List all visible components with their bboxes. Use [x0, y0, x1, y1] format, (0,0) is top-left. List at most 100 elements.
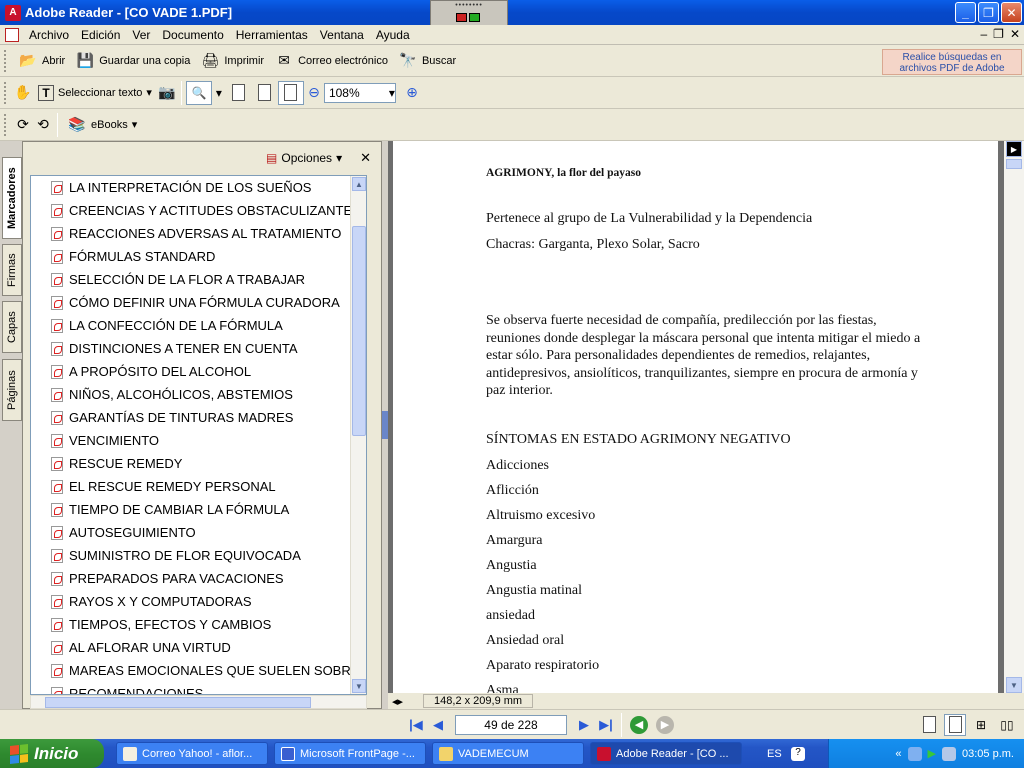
doc-close-button[interactable]: ✕: [1010, 27, 1020, 41]
bookmark-item[interactable]: VENCIMIENTO: [31, 429, 366, 452]
taskbar-item-frontpage[interactable]: Microsoft FrontPage -...: [274, 742, 426, 765]
facing-layout-icon[interactable]: ⊞: [970, 714, 992, 736]
toolbar-grip[interactable]: [4, 113, 8, 136]
previous-page-icon[interactable]: ◀: [427, 714, 449, 736]
continuous-facing-layout-icon[interactable]: ▯▯: [996, 714, 1018, 736]
zoom-level-field[interactable]: 108% ▾: [323, 82, 396, 103]
page-number-field[interactable]: 49 de 228: [455, 714, 567, 735]
bookmark-item[interactable]: CÓMO DEFINIR UNA FÓRMULA CURADORA: [31, 291, 366, 314]
menu-ayuda[interactable]: Ayuda: [370, 28, 416, 42]
snapshot-tool-icon[interactable]: 📷: [157, 83, 177, 103]
scroll-left-icon[interactable]: ◂▸: [392, 695, 403, 708]
open-button[interactable]: 📂 Abrir: [13, 49, 70, 73]
tab-bookmarks[interactable]: Marcadores: [2, 157, 22, 239]
scroll-down-icon[interactable]: ▼: [352, 679, 366, 693]
bookmarks-vertical-scrollbar[interactable]: ▲ ▼: [350, 176, 366, 694]
toolbar-grip[interactable]: [4, 49, 8, 72]
go-back-icon[interactable]: ◀: [630, 715, 648, 734]
bookmark-item[interactable]: TIEMPOS, EFECTOS Y CAMBIOS: [31, 613, 366, 636]
menu-ver[interactable]: Ver: [126, 28, 156, 42]
next-page-icon[interactable]: ▶: [573, 714, 595, 736]
bookmark-item[interactable]: LA CONFECCIÓN DE LA FÓRMULA: [31, 314, 366, 337]
bookmark-item[interactable]: RECOMENDACIONES: [31, 682, 366, 694]
ebooks-button[interactable]: 📚 eBooks ▾: [62, 113, 142, 137]
bookmark-item[interactable]: RESCUE REMEDY: [31, 452, 366, 475]
taskbar-item-vademecum[interactable]: VADEMECUM: [432, 742, 584, 765]
start-button[interactable]: Inicio: [0, 739, 104, 768]
tray-expand-icon[interactable]: «: [895, 748, 901, 760]
tab-layers[interactable]: Capas: [2, 301, 22, 353]
doc-minimize-button[interactable]: –: [980, 27, 987, 41]
help-icon[interactable]: ?: [791, 746, 805, 761]
chevron-down-icon[interactable]: ▾: [389, 86, 395, 100]
fit-page-button[interactable]: [252, 81, 278, 105]
zoom-tool-button[interactable]: 🔍: [185, 80, 212, 105]
actual-size-button[interactable]: [226, 81, 252, 105]
scroll-up-icon[interactable]: ▶: [1006, 141, 1022, 157]
bookmark-item[interactable]: TIEMPO DE CAMBIAR LA FÓRMULA: [31, 498, 366, 521]
rotate-counterclockwise-icon[interactable]: ⟲: [33, 115, 53, 135]
bookmark-item[interactable]: GARANTÍAS DE TINTURAS MADRES: [31, 406, 366, 429]
restore-button[interactable]: ❐: [978, 2, 999, 23]
zoom-in-icon[interactable]: ⊕: [402, 83, 422, 103]
chevron-down-icon[interactable]: ▾: [146, 86, 152, 99]
fit-width-button[interactable]: [277, 80, 304, 105]
bookmark-item[interactable]: LA INTERPRETACIÓN DE LOS SUEÑOS: [31, 176, 366, 199]
options-menu[interactable]: ▤ Opciones ▾: [266, 151, 342, 165]
network-icon[interactable]: [907, 746, 922, 761]
menu-herramientas[interactable]: Herramientas: [230, 28, 314, 42]
scroll-thumb[interactable]: [1006, 159, 1022, 169]
menu-edicion[interactable]: Edición: [75, 28, 126, 42]
menu-archivo[interactable]: Archivo: [23, 28, 75, 42]
search-pdf-promo[interactable]: Realice búsquedas en archivos PDF de Ado…: [882, 49, 1022, 75]
tab-pages[interactable]: Páginas: [2, 359, 22, 421]
bookmark-item[interactable]: MAREAS EMOCIONALES QUE SUELEN SOBRE: [31, 659, 366, 682]
bookmark-item[interactable]: EL RESCUE REMEDY PERSONAL: [31, 475, 366, 498]
hand-tool-icon[interactable]: ✋: [13, 83, 33, 103]
chevron-down-icon[interactable]: ▾: [132, 118, 138, 131]
taskbar-item-adobe-reader[interactable]: Adobe Reader - [CO ...: [590, 742, 742, 765]
scroll-up-icon[interactable]: ▲: [352, 177, 366, 191]
bookmark-item[interactable]: SELECCIÓN DE LA FLOR A TRABAJAR: [31, 268, 366, 291]
bookmark-item[interactable]: AUTOSEGUIMIENTO: [31, 521, 366, 544]
minimize-button[interactable]: _: [955, 2, 976, 23]
zoom-out-icon[interactable]: ⊖: [304, 83, 324, 103]
bookmark-item[interactable]: SUMINISTRO DE FLOR EQUIVOCADA: [31, 544, 366, 567]
bookmark-item[interactable]: DISTINCIONES A TENER EN CUENTA: [31, 337, 366, 360]
bookmark-item[interactable]: FÓRMULAS STANDARD: [31, 245, 366, 268]
bookmark-item[interactable]: AL AFLORAR UNA VIRTUD: [31, 636, 366, 659]
document-icon[interactable]: [5, 27, 19, 42]
taskbar-item-yahoo-mail[interactable]: Correo Yahoo! - aflor...: [116, 742, 268, 765]
scroll-down-icon[interactable]: ▼: [1006, 677, 1022, 693]
doc-restore-button[interactable]: ❐: [993, 27, 1004, 41]
bookmark-item[interactable]: RAYOS X Y COMPUTADORAS: [31, 590, 366, 613]
zoom-tool-chevron-icon[interactable]: ▾: [216, 86, 222, 100]
close-pane-icon[interactable]: ✕: [360, 150, 371, 166]
save-copy-button[interactable]: 💾 Guardar una copia: [70, 49, 195, 73]
media-play-icon[interactable]: ▶: [928, 747, 936, 760]
menu-ventana[interactable]: Ventana: [314, 28, 370, 42]
single-page-layout-icon[interactable]: [918, 714, 940, 736]
document-vertical-scrollbar[interactable]: ▶ ▼: [1004, 141, 1024, 693]
go-forward-icon[interactable]: ▶: [656, 715, 674, 734]
language-indicator[interactable]: ES: [767, 748, 782, 760]
toolbar-grip[interactable]: [4, 81, 8, 104]
tab-signatures[interactable]: Firmas: [2, 244, 22, 296]
continuous-layout-icon[interactable]: [944, 713, 966, 736]
close-button[interactable]: ✕: [1001, 2, 1022, 23]
volume-icon[interactable]: [942, 746, 957, 761]
menu-documento[interactable]: Documento: [156, 28, 229, 42]
bookmark-item[interactable]: REACCIONES ADVERSAS AL TRATAMIENTO: [31, 222, 366, 245]
scroll-thumb[interactable]: [352, 226, 366, 436]
first-page-icon[interactable]: |◀: [405, 714, 427, 736]
bookmark-item[interactable]: CREENCIAS Y ACTITUDES OBSTACULIZANTES: [31, 199, 366, 222]
search-button[interactable]: 🔭 Buscar: [393, 49, 461, 73]
rotate-clockwise-icon[interactable]: ⟳: [13, 115, 33, 135]
bookmark-item[interactable]: A PROPÓSITO DEL ALCOHOL: [31, 360, 366, 383]
last-page-icon[interactable]: ▶|: [595, 714, 617, 736]
print-button[interactable]: 🖨 Imprimir: [195, 49, 269, 73]
bookmark-item[interactable]: NIÑOS, ALCOHÓLICOS, ABSTEMIOS: [31, 383, 366, 406]
email-button[interactable]: ✉ Correo electrónico: [269, 49, 393, 73]
bookmarks-horizontal-scrollbar[interactable]: [30, 695, 367, 709]
bookmark-item[interactable]: PREPARADOS PARA VACACIONES: [31, 567, 366, 590]
